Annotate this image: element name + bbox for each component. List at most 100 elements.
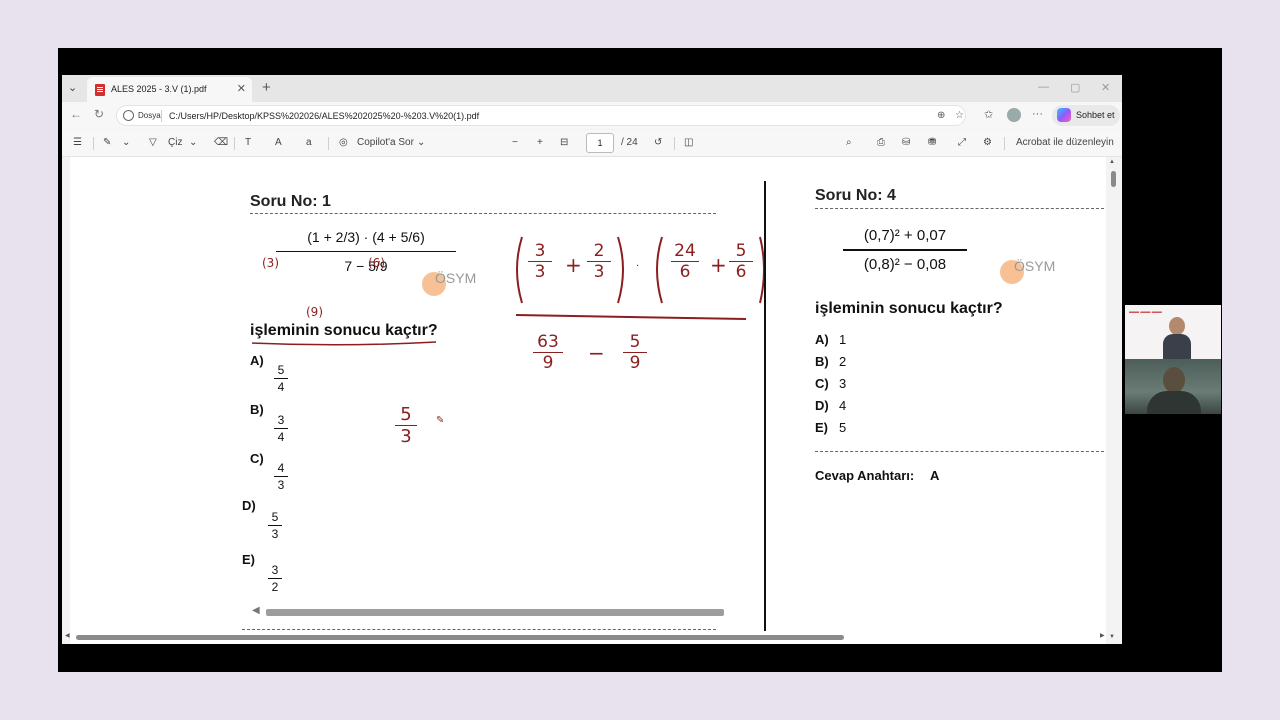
dotted-divider [815,451,1106,452]
q1-option-d-fraction[interactable]: 5 3 [265,509,285,542]
q1-option-c-label[interactable]: C) [250,451,264,466]
dotted-divider [242,629,716,630]
draw-chevron-icon[interactable]: ⌄ [189,137,197,148]
participant-body [1147,391,1201,414]
draw-label[interactable]: Çiz [168,137,182,148]
horizontal-scrollbar-thumb[interactable] [76,635,844,640]
q4-option-a[interactable]: A) 1 [815,332,846,347]
tab-pdf[interactable]: ALES 2025 - 3.V (1).pdf ✕ [87,77,252,102]
draw-icon[interactable]: ▽ [149,137,157,148]
q1-option-d-label[interactable]: D) [242,498,256,513]
inline-horizontal-scrollbar[interactable] [266,609,724,616]
q4-option-d[interactable]: D) 4 [815,398,846,413]
page-view-icon[interactable]: ◫ [684,137,693,148]
handwritten-mark: (3) [262,256,279,270]
new-tab-button[interactable]: + [262,79,271,96]
maximize-icon[interactable]: ▢ [1070,81,1080,94]
denominator: 9 [542,353,554,373]
q1-option-a-fraction[interactable]: 5 4 [271,362,291,395]
participant-head [1163,367,1185,393]
favorites-icon[interactable]: ✩ [984,108,993,121]
q4-option-c[interactable]: C) 3 [815,376,846,391]
tab-actions-menu-icon[interactable]: ⌄ [68,81,77,94]
handwritten-underline [251,341,437,346]
q1-option-a-label[interactable]: A) [250,353,264,368]
q1-option-b-label[interactable]: B) [250,402,264,417]
numerator: 3 [277,413,285,427]
option-label: A) [815,332,829,347]
page-number-input[interactable]: 1 [586,133,614,153]
contents-icon[interactable]: ☰ [73,137,82,148]
inline-scroll-left-icon[interactable]: ◀ [252,605,260,616]
option-value: 4 [839,398,847,413]
handwritten-fraction: 63 9 [530,332,566,373]
minimize-icon[interactable]: — [1038,81,1049,93]
refresh-icon[interactable]: ↻ [94,107,104,121]
dotted-divider [250,213,716,214]
print-icon[interactable]: ⎙ [877,137,885,148]
q4-question-text: işleminin sonucu kaçtır? [815,300,1003,317]
more-options-icon[interactable]: ··· [1032,108,1043,120]
scroll-right-icon[interactable]: ▶ [1100,632,1105,639]
add-text-icon[interactable]: T [245,137,251,148]
multiply-dot: · [636,261,640,272]
zoom-icon[interactable]: ⊕ [937,110,945,121]
scroll-left-icon[interactable]: ◀ [65,632,70,639]
option-label: E) [815,420,828,435]
url-text[interactable]: C:/Users/HP/Desktop/KPSS%202026/ALES%202… [169,111,479,121]
back-icon[interactable]: ← [70,107,82,121]
scroll-up-icon[interactable]: ▲ [1109,159,1115,165]
webcam-presenter: ▬▬ ▬▬ ▬▬ [1125,305,1221,359]
pdf-file-icon [95,84,105,96]
acrobat-edit-button[interactable]: Acrobat ile düzenleyin [1016,137,1114,148]
q4-option-b[interactable]: B) 2 [815,354,846,369]
highlight-icon[interactable]: ✎ [103,137,111,148]
numerator: 24 [674,241,696,261]
handwritten-plus: + [565,253,582,277]
numerator: 2 [593,241,605,261]
url-field[interactable]: Dosya C:/Users/HP/Desktop/KPSS%202026/AL… [116,105,966,126]
pdf-viewport[interactable]: Soru No: 1 (1 + 2/3) · (4 + 5/6) 7 − 5/9… [62,157,1122,644]
copilot-chevron-icon[interactable]: ⌄ [417,137,425,148]
q1-option-b-fraction[interactable]: 3 4 [271,412,291,445]
fullscreen-icon[interactable]: ⤢ [958,137,966,148]
fraction-bar [274,378,288,379]
q1-option-e-label[interactable]: E) [242,552,255,567]
site-info-icon[interactable] [123,110,134,121]
numerator: 5 [277,363,285,377]
search-icon[interactable]: ⌕ [846,137,852,148]
denominator: 9 [629,353,641,373]
close-window-icon[interactable]: ✕ [1101,81,1110,94]
save-as-icon[interactable]: ⛃ [928,137,936,148]
zoom-in-icon[interactable]: + [537,137,543,148]
zoom-out-icon[interactable]: − [512,137,518,148]
settings-gear-icon[interactable]: ⚙ [983,137,992,148]
q1-option-c-fraction[interactable]: 4 3 [271,460,291,493]
fit-page-icon[interactable]: ⊟ [560,137,568,148]
tab-close-icon[interactable]: ✕ [237,82,246,95]
numerator: 4 [277,461,285,475]
eraser-icon[interactable]: ⌫ [214,137,228,148]
fraction-bar [274,476,288,477]
denominator: 3 [277,478,285,492]
vertical-scrollbar-thumb[interactable] [1111,171,1116,187]
fraction-bar [274,428,288,429]
presenter-figure [1163,317,1191,359]
read-aloud-icon[interactable]: A [275,137,282,148]
address-bar: ← ↻ Dosya C:/Users/HP/Desktop/KPSS%20202… [62,102,1122,129]
q4-option-e[interactable]: E) 5 [815,420,846,435]
copilot-ask-label[interactable]: Copilot'a Sor [357,137,414,148]
handwritten-fraction: 2 3 [584,241,614,282]
scroll-down-icon[interactable]: ▼ [1109,634,1115,640]
favorite-star-icon[interactable]: ☆ [955,110,964,121]
copilot-ask-icon[interactable]: ◎ [339,137,348,148]
q4-expression: (0,7)² + 0,07 (0,8)² − 0,08 [843,227,967,273]
q1-option-e-fraction[interactable]: 3 2 [265,562,285,595]
denominator: 2 [271,580,279,594]
translate-icon[interactable]: a [306,137,312,148]
save-icon[interactable]: ⛁ [902,137,910,148]
profile-avatar[interactable] [1007,108,1021,122]
chat-button[interactable]: Sohbet et [1052,105,1120,126]
highlight-chevron-icon[interactable]: ⌄ [122,137,130,148]
rotate-icon[interactable]: ↺ [654,137,662,148]
